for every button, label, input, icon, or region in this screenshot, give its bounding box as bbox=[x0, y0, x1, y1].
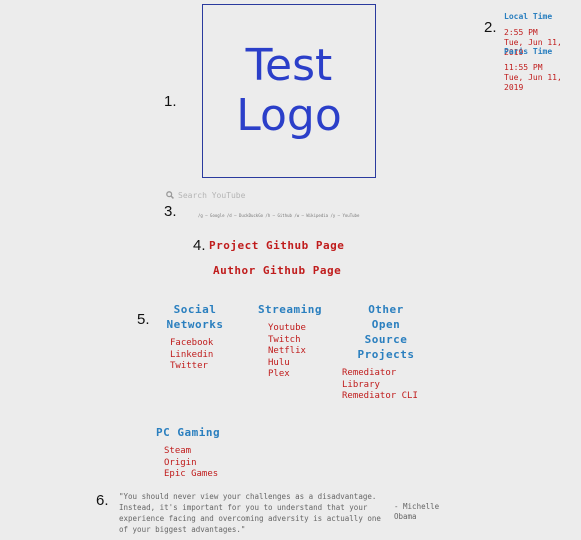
link-steam[interactable]: Steam bbox=[164, 446, 246, 458]
category-title: Other Open Source Projects bbox=[357, 303, 415, 361]
category-streaming: Streaming Youtube Twitch Netflix Hulu Pl… bbox=[250, 302, 330, 381]
marker-6: 6. bbox=[96, 492, 109, 509]
search-icon bbox=[166, 191, 174, 199]
link-plex[interactable]: Plex bbox=[268, 369, 330, 381]
logo: Test Logo bbox=[202, 4, 376, 178]
search-bar bbox=[166, 189, 386, 201]
marker-5: 5. bbox=[137, 311, 150, 328]
category-title: Social Networks bbox=[166, 303, 224, 331]
link-linkedin[interactable]: Linkedin bbox=[170, 350, 232, 362]
category-title: PC Gaming bbox=[156, 426, 221, 439]
search-input[interactable] bbox=[178, 189, 378, 201]
paris-time-value: 11:55 PM bbox=[504, 63, 543, 72]
link-epic-games[interactable]: Epic Games bbox=[164, 469, 246, 481]
quote-text: "You should never view your challenges a… bbox=[119, 492, 381, 534]
category-social-networks: Social Networks Facebook Linkedin Twitte… bbox=[158, 302, 232, 373]
search-shortcuts: /g – Google /d – DuckDuckGo /h – Github … bbox=[198, 213, 360, 218]
author-github-link[interactable]: Author Github Page bbox=[213, 264, 341, 277]
quote-author: - Michelle Obama bbox=[394, 502, 440, 521]
link-list: Facebook Linkedin Twitter bbox=[158, 338, 232, 373]
marker-1: 1. bbox=[164, 93, 177, 110]
marker-3: 3. bbox=[164, 203, 177, 220]
link-netflix[interactable]: Netflix bbox=[268, 346, 330, 358]
link-remediator[interactable]: Remediator bbox=[342, 368, 430, 380]
link-list: Steam Origin Epic Games bbox=[156, 446, 246, 481]
paris-time-widget: Paris Time 11:55 PM Tue, Jun 11, 2019 bbox=[504, 47, 581, 93]
link-library[interactable]: Library bbox=[342, 380, 430, 392]
category-open-source: Other Open Source Projects Remediator Li… bbox=[342, 302, 430, 403]
link-youtube[interactable]: Youtube bbox=[268, 323, 330, 335]
local-time-value: 2:55 PM bbox=[504, 28, 538, 37]
local-time-title: Local Time bbox=[504, 12, 553, 21]
paris-time-title: Paris Time bbox=[504, 47, 553, 56]
project-github-link[interactable]: Project Github Page bbox=[209, 239, 344, 252]
link-hulu[interactable]: Hulu bbox=[268, 358, 330, 370]
logo-text: Test Logo bbox=[236, 40, 342, 141]
category-pc-gaming: PC Gaming Steam Origin Epic Games bbox=[156, 425, 246, 481]
link-twitter[interactable]: Twitter bbox=[170, 361, 232, 373]
link-origin[interactable]: Origin bbox=[164, 458, 246, 470]
marker-2: 2. bbox=[484, 19, 497, 36]
category-title: Streaming bbox=[257, 303, 323, 316]
link-twitch[interactable]: Twitch bbox=[268, 335, 330, 347]
paris-date-value: Tue, Jun 11, 2019 bbox=[504, 73, 562, 92]
link-list: Remediator Library Remediator CLI bbox=[342, 368, 430, 403]
link-remediator-cli[interactable]: Remediator CLI bbox=[342, 391, 430, 403]
link-facebook[interactable]: Facebook bbox=[170, 338, 232, 350]
link-list: Youtube Twitch Netflix Hulu Plex bbox=[250, 323, 330, 381]
marker-4: 4. bbox=[193, 237, 206, 254]
